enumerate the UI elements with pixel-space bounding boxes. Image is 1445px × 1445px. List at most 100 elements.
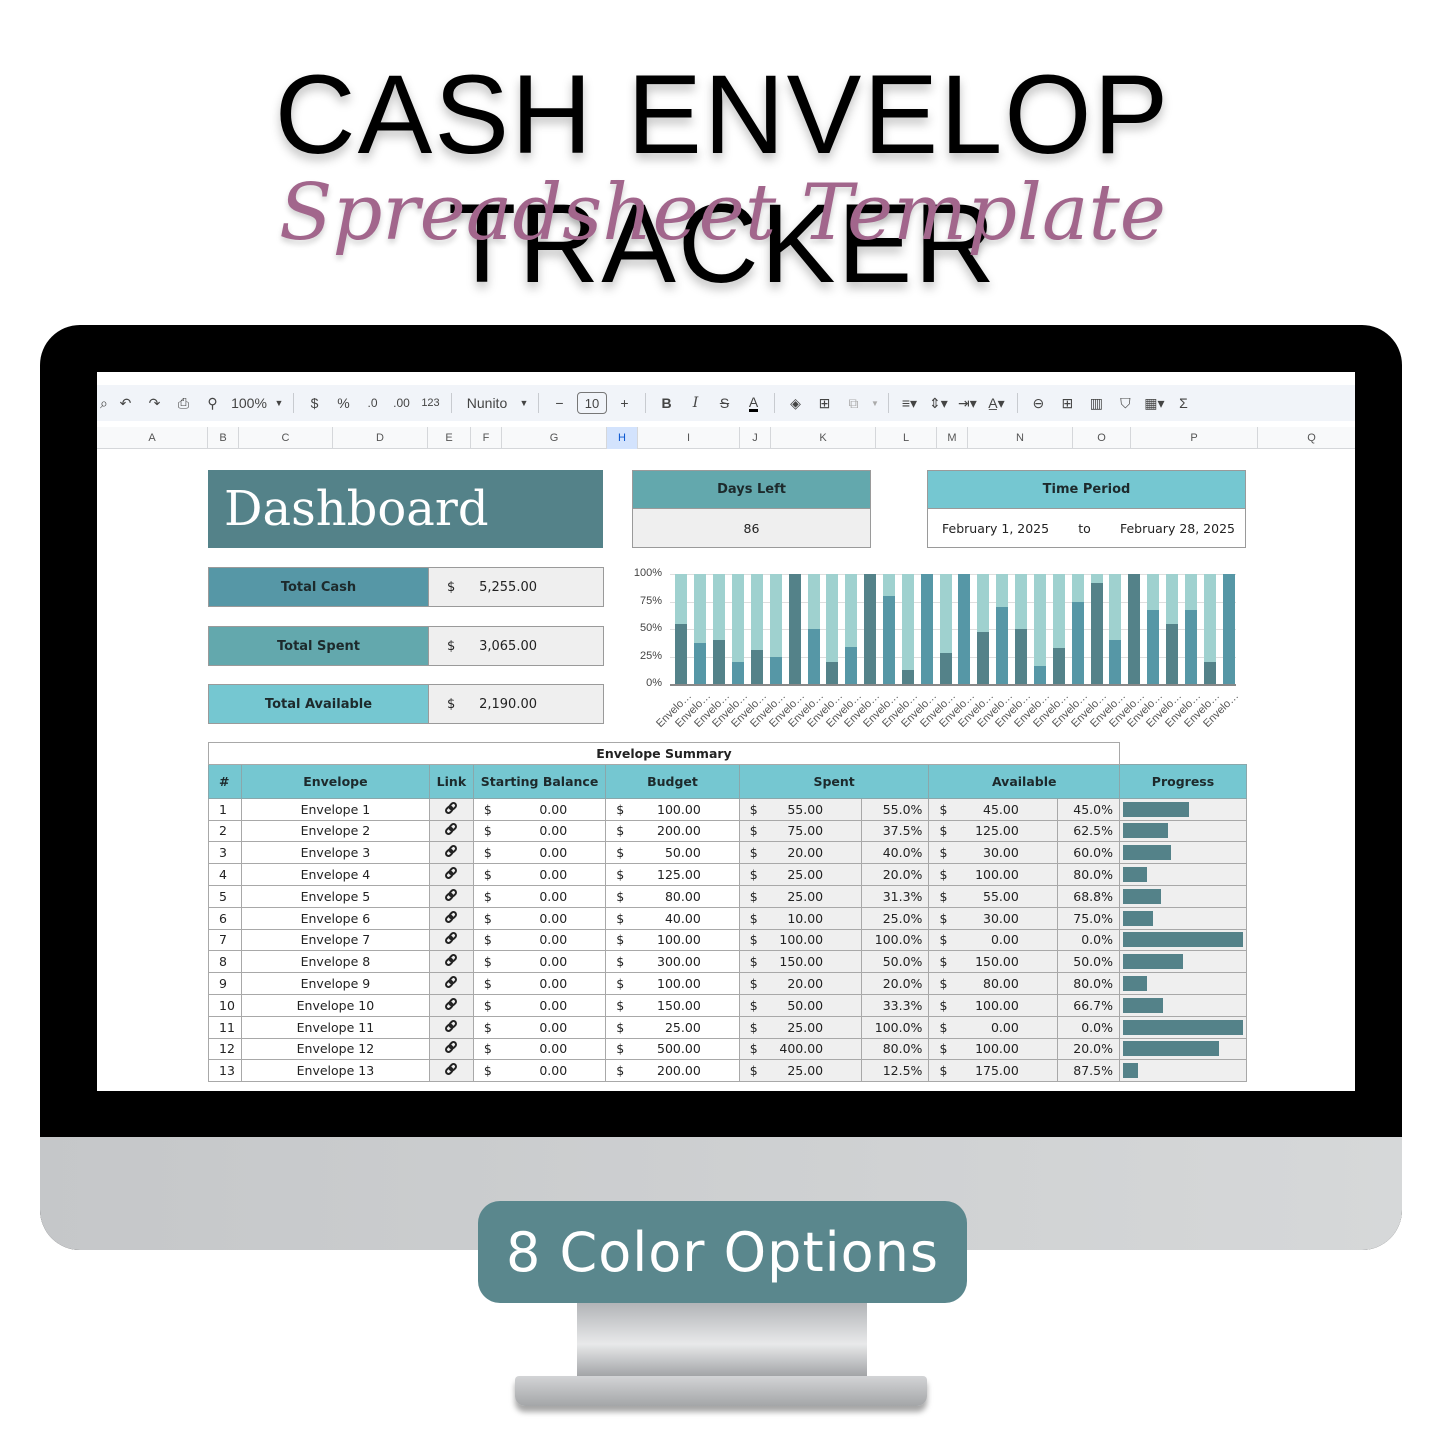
- row-number[interactable]: 4: [208, 863, 242, 886]
- envelope-link[interactable]: [428, 1015, 474, 1039]
- chevron-down-icon[interactable]: ▼: [516, 389, 532, 417]
- sigma-icon[interactable]: Σ: [1169, 389, 1198, 417]
- spent-amount[interactable]: 20.00: [763, 841, 863, 865]
- row-number[interactable]: 12: [208, 1037, 242, 1061]
- envelope-link[interactable]: [428, 841, 474, 865]
- bar-spent[interactable]: [882, 596, 895, 684]
- envelope-name[interactable]: Envelope 2: [240, 819, 430, 843]
- column-header-d[interactable]: D: [333, 427, 428, 449]
- strikethrough-button[interactable]: S: [710, 389, 739, 417]
- starting-balance[interactable]: 0.00: [497, 993, 607, 1017]
- bar-available[interactable]: [1052, 574, 1065, 648]
- period-end-date[interactable]: February 28, 2025: [1120, 521, 1235, 536]
- bar-spent[interactable]: [901, 670, 914, 684]
- column-header-j[interactable]: J: [740, 427, 771, 449]
- borders-icon[interactable]: ⊞: [810, 389, 839, 417]
- bar-spent[interactable]: [1203, 662, 1216, 684]
- envelope-link[interactable]: [428, 906, 474, 930]
- text-wrap-icon[interactable]: ⇥▾: [953, 389, 982, 417]
- column-header-m[interactable]: M: [937, 427, 968, 449]
- row-number[interactable]: 5: [208, 884, 242, 908]
- bar-available[interactable]: [826, 574, 839, 662]
- column-header-o[interactable]: O: [1073, 427, 1131, 449]
- font-size-decrease-button[interactable]: −: [545, 389, 574, 417]
- decrease-decimal-button[interactable]: .0: [358, 389, 387, 417]
- bar-spent[interactable]: [1015, 629, 1028, 684]
- spent-amount[interactable]: 400.00: [763, 1037, 863, 1061]
- paint-format-icon[interactable]: ⚲: [198, 389, 227, 417]
- percent-format-button[interactable]: %: [329, 389, 358, 417]
- number-format-button[interactable]: 123: [416, 389, 445, 417]
- envelope-name[interactable]: Envelope 1: [240, 797, 430, 821]
- budget-amount[interactable]: 200.00: [630, 819, 740, 843]
- bar-spent[interactable]: [807, 629, 820, 684]
- budget-amount[interactable]: 125.00: [630, 863, 740, 886]
- horizontal-align-icon[interactable]: ≡▾: [895, 389, 924, 417]
- kpi-value-cell[interactable]: $3,065.00: [428, 627, 603, 665]
- column-header-a[interactable]: A: [97, 427, 208, 449]
- spent-amount[interactable]: 25.00: [763, 1059, 863, 1083]
- row-number[interactable]: 6: [208, 906, 242, 930]
- bar-spent[interactable]: [939, 653, 952, 684]
- budget-amount[interactable]: 200.00: [630, 1059, 740, 1083]
- spent-amount[interactable]: 25.00: [763, 863, 863, 886]
- merge-cells-icon[interactable]: ⧉: [839, 389, 868, 417]
- row-number[interactable]: 13: [208, 1059, 242, 1083]
- redo-icon[interactable]: ↷: [140, 389, 169, 417]
- undo-icon[interactable]: ↶: [111, 389, 140, 417]
- starting-balance[interactable]: 0.00: [497, 884, 607, 908]
- column-header-h[interactable]: H: [607, 427, 638, 449]
- kpi-value-cell[interactable]: $5,255.00: [428, 568, 603, 606]
- envelope-name[interactable]: Envelope 10: [240, 993, 430, 1017]
- filter-icon[interactable]: ⛉: [1111, 389, 1140, 417]
- envelope-link[interactable]: [428, 819, 474, 843]
- starting-balance[interactable]: 0.00: [497, 950, 607, 974]
- row-number[interactable]: 1: [208, 797, 242, 821]
- starting-balance[interactable]: 0.00: [497, 1037, 607, 1061]
- column-header-e[interactable]: E: [428, 427, 471, 449]
- row-number[interactable]: 11: [208, 1015, 242, 1039]
- column-header-n[interactable]: N: [968, 427, 1073, 449]
- kpi-value-cell[interactable]: $2,190.00: [428, 685, 603, 723]
- envelope-name[interactable]: Envelope 7: [240, 928, 430, 952]
- spent-amount[interactable]: 75.00: [763, 819, 863, 843]
- bar-available[interactable]: [1147, 574, 1160, 611]
- bar-available[interactable]: [1109, 574, 1122, 640]
- envelope-link[interactable]: [428, 1037, 474, 1061]
- vertical-align-icon[interactable]: ⇕▾: [924, 389, 953, 417]
- column-header-g[interactable]: G: [502, 427, 607, 449]
- days-left-value[interactable]: 86: [632, 509, 871, 548]
- bar-spent[interactable]: [1090, 582, 1103, 684]
- envelope-progress-chart[interactable]: 0% 25% 50% 75% 100% Envelo… Envelo… Envelo… Enve…: [630, 567, 1250, 738]
- envelope-name[interactable]: Envelope 4: [240, 863, 430, 886]
- envelope-name[interactable]: Envelope 13: [240, 1059, 430, 1083]
- envelope-link[interactable]: [428, 863, 474, 886]
- bar-available[interactable]: [996, 574, 1009, 607]
- starting-balance[interactable]: 0.00: [497, 863, 607, 886]
- bar-available[interactable]: [713, 574, 726, 640]
- envelope-link[interactable]: [428, 1059, 474, 1083]
- spent-amount[interactable]: 100.00: [763, 928, 863, 952]
- bar-spent[interactable]: [694, 642, 707, 684]
- bar-spent[interactable]: [1033, 666, 1046, 684]
- bar-available[interactable]: [1203, 574, 1216, 662]
- bar-available[interactable]: [1033, 574, 1046, 667]
- spent-amount[interactable]: 150.00: [763, 950, 863, 974]
- bar-available[interactable]: [845, 574, 858, 648]
- envelope-name[interactable]: Envelope 3: [240, 841, 430, 865]
- spent-amount[interactable]: 25.00: [763, 884, 863, 908]
- row-number[interactable]: 10: [208, 993, 242, 1017]
- bar-available[interactable]: [1165, 574, 1178, 624]
- starting-balance[interactable]: 0.00: [497, 1015, 607, 1039]
- bar-available[interactable]: [675, 574, 688, 624]
- column-header-f[interactable]: F: [471, 427, 502, 449]
- row-number[interactable]: 9: [208, 972, 242, 995]
- bar-spent[interactable]: [1222, 574, 1235, 684]
- column-header-i[interactable]: I: [638, 427, 740, 449]
- bar-spent[interactable]: [1147, 610, 1160, 684]
- zoom-select[interactable]: 100%: [227, 389, 271, 417]
- bar-spent[interactable]: [996, 607, 1009, 684]
- font-size-increase-button[interactable]: +: [610, 389, 639, 417]
- bar-spent[interactable]: [769, 656, 782, 684]
- bar-spent[interactable]: [1165, 623, 1178, 684]
